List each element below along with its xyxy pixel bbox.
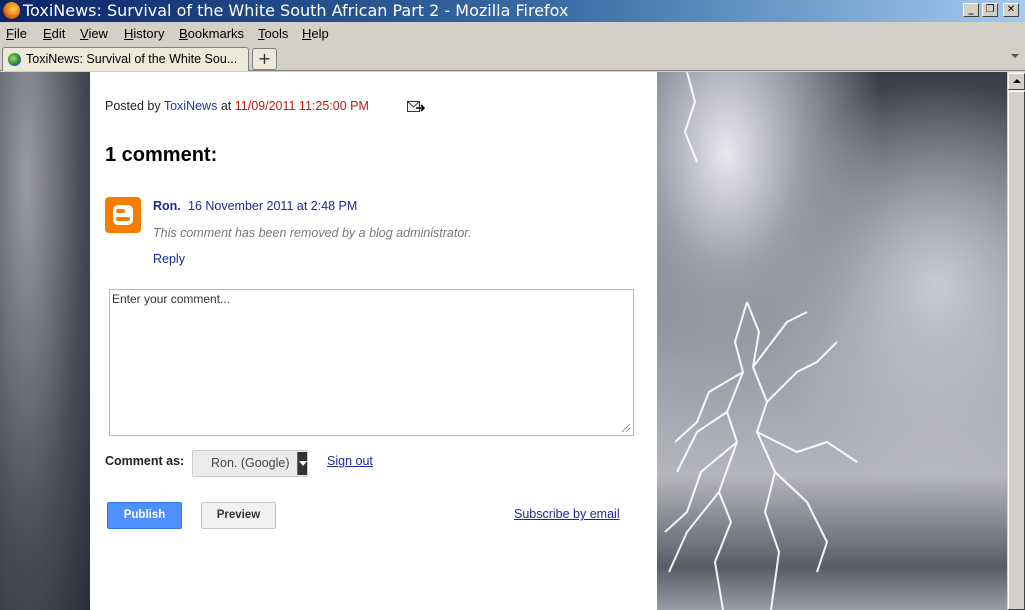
firefox-icon[interactable] (3, 2, 20, 19)
subscribe-by-email-link[interactable]: Subscribe by email (514, 507, 620, 521)
preview-button[interactable]: Preview (201, 502, 276, 529)
minimize-button[interactable]: _ (963, 3, 979, 17)
post-timestamp-link[interactable]: 11/09/2011 11:25:00 PM (235, 99, 369, 113)
post-footer: Posted by ToxiNews at 11/09/2011 11:25:0… (105, 99, 369, 113)
tab-label: ToxiNews: Survival of the White Sou... (26, 52, 238, 66)
scroll-up-button[interactable] (1008, 73, 1025, 90)
menu-history[interactable]: History (124, 26, 164, 41)
blogger-avatar-icon[interactable] (105, 197, 141, 233)
comment-date-link[interactable]: 16 November 2011 at 2:48 PM (188, 199, 357, 213)
comment-body: This comment has been removed by a blog … (153, 226, 472, 240)
comment-placeholder: Enter your comment... (112, 292, 231, 306)
lightning-image (664, 72, 858, 610)
identity-select[interactable]: Ron. (Google) (192, 450, 308, 477)
post-author-link[interactable]: ToxiNews (164, 99, 218, 113)
comment-author-link[interactable]: Ron. (153, 199, 181, 213)
background-storm-left (0, 72, 90, 610)
blog-post-content: Posted by ToxiNews at 11/09/2011 11:25:0… (90, 72, 657, 610)
menu-tools[interactable]: Tools (258, 26, 288, 41)
tab-toxinews[interactable]: ToxiNews: Survival of the White Sou... (2, 47, 249, 71)
publish-button[interactable]: Publish (107, 502, 182, 529)
globe-icon (8, 53, 21, 66)
sign-out-link[interactable]: Sign out (327, 454, 373, 468)
window-title: ToxiNews: Survival of the White South Af… (23, 1, 569, 20)
dropdown-arrow-icon[interactable] (297, 452, 307, 475)
menu-bookmarks[interactable]: Bookmarks (179, 26, 244, 41)
title-bar: ToxiNews: Survival of the White South Af… (0, 0, 1025, 22)
new-tab-button[interactable]: + (252, 48, 277, 70)
reply-link[interactable]: Reply (153, 252, 185, 266)
restore-button[interactable]: ❐ (982, 3, 998, 17)
identity-value: Ron. (Google) (211, 456, 290, 470)
comment-as-label: Comment as: (105, 454, 185, 468)
vertical-scrollbar[interactable] (1007, 72, 1025, 610)
menu-bar: File Edit View History Bookmarks Tools H… (0, 22, 1025, 44)
menu-file[interactable]: File (6, 26, 27, 41)
comments-heading: 1 comment: (105, 144, 218, 166)
menu-help[interactable]: Help (302, 26, 329, 41)
email-post-icon[interactable] (407, 101, 425, 113)
menu-edit[interactable]: Edit (43, 26, 65, 41)
menu-view[interactable]: View (80, 26, 108, 41)
chevron-down-icon[interactable] (1011, 54, 1019, 58)
close-button[interactable]: ✕ (1003, 3, 1019, 17)
tab-bar: ToxiNews: Survival of the White Sou... + (0, 44, 1025, 71)
comment-textarea[interactable]: Enter your comment... (109, 289, 634, 436)
scroll-thumb[interactable] (1008, 91, 1025, 610)
page-viewport: Posted by ToxiNews at 11/09/2011 11:25:0… (0, 72, 1007, 610)
resize-grip-icon[interactable] (622, 424, 630, 432)
